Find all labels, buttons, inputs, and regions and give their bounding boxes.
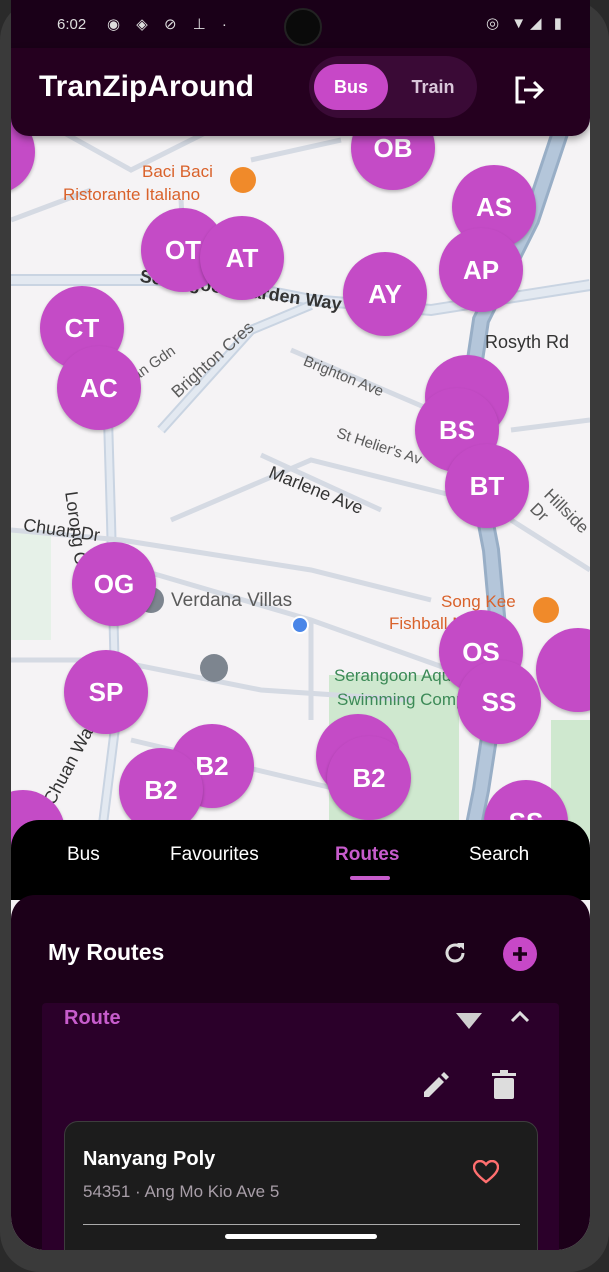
map-label: Ristorante Italiano xyxy=(63,185,201,204)
app-bar: TranZipAround Bus Train xyxy=(11,48,590,136)
bus-stop-marker[interactable]: AY xyxy=(343,252,427,336)
map-label: Rosyth Rd xyxy=(485,332,570,352)
tab-search[interactable]: Search xyxy=(469,844,529,866)
home-indicator[interactable] xyxy=(225,1234,377,1239)
stop-card[interactable]: Nanyang Poly 54351 · Ang Mo Kio Ave 5 xyxy=(64,1121,538,1250)
logout-icon xyxy=(515,76,545,104)
refresh-button[interactable] xyxy=(441,939,469,967)
delete-icon[interactable] xyxy=(491,1069,517,1101)
bus-stop-marker[interactable]: AC xyxy=(57,346,141,430)
divider xyxy=(83,1224,520,1225)
tab-indicator xyxy=(350,876,390,880)
edit-icon[interactable] xyxy=(420,1071,450,1101)
logout-button[interactable] xyxy=(509,70,549,110)
status-time: 6:02 xyxy=(57,16,87,33)
my-location-dot xyxy=(291,616,309,634)
map-label: Song Kee xyxy=(441,592,516,611)
status-bar: 6:02 ◉ ◈ ⊘ ⊥ · ◎ ▼◢ ▮ xyxy=(11,0,590,52)
tab-favourites[interactable]: Favourites xyxy=(170,844,259,866)
mode-train-button[interactable]: Train xyxy=(393,64,473,110)
stop-name: Nanyang Poly xyxy=(83,1148,216,1170)
plus-icon xyxy=(513,947,527,961)
route-card: Route Nanyang Poly 54351 · Ang Mo Kio Av… xyxy=(42,1003,559,1250)
camera-cutout xyxy=(284,8,322,46)
chevron-up-icon[interactable] xyxy=(509,1009,531,1025)
app-title: TranZipAround xyxy=(39,70,254,103)
mode-toggle: Bus Train xyxy=(309,56,477,118)
map-view[interactable]: Baci Baci Ristorante Italiano Serangoon … xyxy=(11,100,590,882)
tab-routes[interactable]: Routes xyxy=(335,844,399,866)
device-frame: Baci Baci Ristorante Italiano Serangoon … xyxy=(0,0,609,1272)
mode-bus-button[interactable]: Bus xyxy=(314,64,388,110)
screen: Baci Baci Ristorante Italiano Serangoon … xyxy=(11,0,590,1250)
bus-stop-marker[interactable]: OG xyxy=(72,542,156,626)
favourite-heart-icon[interactable] xyxy=(473,1160,499,1184)
restaurant-pin xyxy=(230,167,256,193)
bottom-tab-bar: Bus Favourites Routes Search xyxy=(11,820,590,900)
bus-stop-marker[interactable]: AP xyxy=(439,228,523,312)
add-route-button[interactable] xyxy=(503,937,537,971)
stop-subtitle: 54351 · Ang Mo Kio Ave 5 xyxy=(83,1182,280,1201)
routes-panel: My Routes Route Nanyang Poly 54351 · Ang… xyxy=(11,895,590,1250)
heart-icon[interactable] xyxy=(454,1009,484,1031)
bus-stop-marker[interactable]: SP xyxy=(64,650,148,734)
status-icons: ◉ ◈ ⊘ ⊥ · xyxy=(107,16,233,33)
restaurant-pin xyxy=(533,597,559,623)
signal-battery-icon: ◎ ▼◢ ▮ xyxy=(485,15,566,32)
refresh-icon xyxy=(445,943,465,963)
map-label: Verdana Villas xyxy=(171,590,293,611)
page-title: My Routes xyxy=(48,939,165,965)
bus-stop-marker[interactable]: BT xyxy=(445,444,529,528)
map-label: Baci Baci xyxy=(142,162,213,181)
bus-stop-marker[interactable]: SS xyxy=(457,660,541,744)
bus-stop-marker[interactable]: AT xyxy=(200,216,284,300)
bus-stop-marker[interactable]: B2 xyxy=(327,736,411,820)
tab-bus[interactable]: Bus xyxy=(67,844,100,866)
route-name: Route xyxy=(64,1007,121,1029)
